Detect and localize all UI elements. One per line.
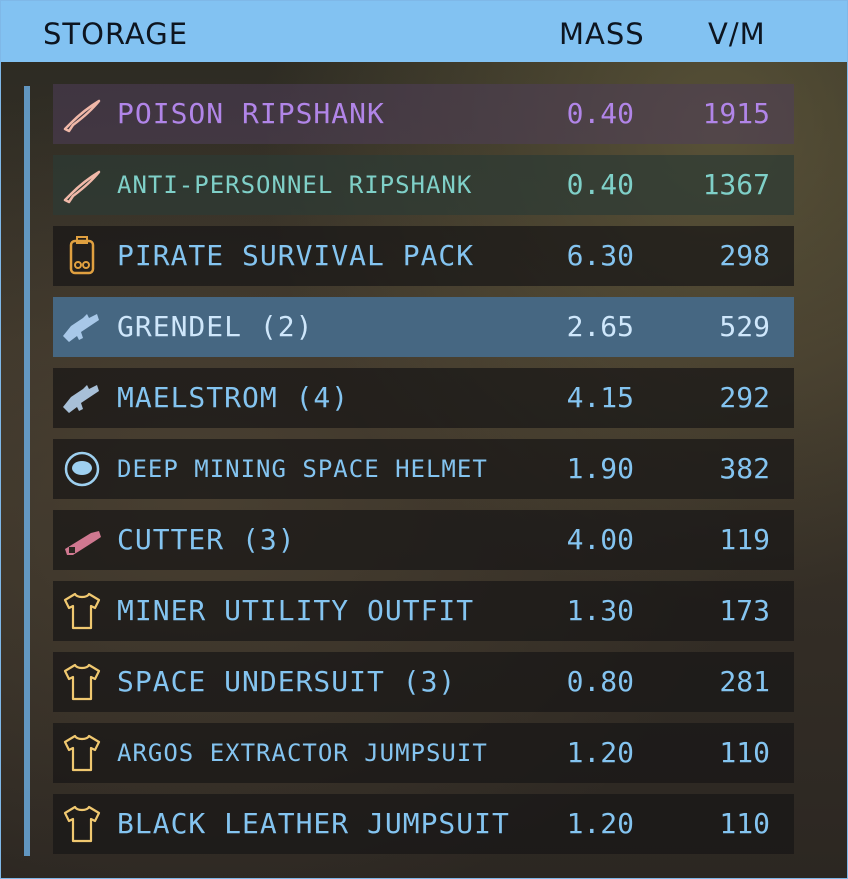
item-row-space-undersuit[interactable]: SPACE UNDERSUIT (3) 0.80 281 — [53, 652, 794, 712]
item-name: CUTTER (3) — [117, 523, 296, 556]
item-row-miner-utility-outfit[interactable]: MINER UTILITY OUTFIT 1.30 173 — [53, 581, 794, 641]
knife-icon — [61, 93, 103, 135]
item-name: SPACE UNDERSUIT (3) — [117, 665, 457, 698]
item-name: DEEP MINING SPACE HELMET — [117, 455, 488, 483]
knife-icon — [61, 164, 103, 206]
item-mass: 1.30 — [566, 594, 634, 627]
column-header: STORAGE MASS V/M — [1, 1, 847, 62]
item-row-pirate-survival-pack[interactable]: PIRATE SURVIVAL PACK 6.30 298 — [53, 226, 794, 286]
helmet-icon — [61, 448, 103, 490]
item-row-poison-ripshank[interactable]: POISON RIPSHANK 0.40 1915 — [53, 84, 794, 144]
item-value-per-mass: 110 — [719, 736, 770, 769]
item-value-per-mass: 119 — [719, 523, 770, 556]
item-name: ANTI-PERSONNEL RIPSHANK — [117, 171, 473, 199]
item-mass: 1.20 — [566, 736, 634, 769]
item-value-per-mass: 529 — [719, 310, 770, 343]
item-mass: 0.40 — [566, 97, 634, 130]
item-value-per-mass: 292 — [719, 381, 770, 414]
item-mass: 4.00 — [566, 523, 634, 556]
item-value-per-mass: 1367 — [702, 168, 770, 201]
item-name: GRENDEL (2) — [117, 310, 314, 343]
item-mass: 1.20 — [566, 807, 634, 840]
item-row-grendel[interactable]: GRENDEL (2) 2.65 529 — [53, 297, 794, 357]
rifle-icon — [61, 377, 103, 419]
item-row-argos-extractor-jumpsuit[interactable]: ARGOS EXTRACTOR JUMPSUIT 1.20 110 — [53, 723, 794, 783]
item-name: POISON RIPSHANK — [117, 97, 385, 130]
mass-column-header[interactable]: MASS — [559, 17, 645, 51]
item-value-per-mass: 298 — [719, 239, 770, 272]
panel-title: STORAGE — [43, 17, 189, 51]
rifle-icon — [61, 306, 103, 348]
item-row-anti-personnel-ripshank[interactable]: ANTI-PERSONNEL RIPSHANK 0.40 1367 — [53, 155, 794, 215]
item-mass: 4.15 — [566, 381, 634, 414]
item-name: PIRATE SURVIVAL PACK — [117, 239, 475, 272]
item-value-per-mass: 382 — [719, 452, 770, 485]
item-mass: 0.80 — [566, 665, 634, 698]
item-mass: 2.65 — [566, 310, 634, 343]
item-name: MINER UTILITY OUTFIT — [117, 594, 475, 627]
shirt-icon — [61, 803, 103, 845]
item-value-per-mass: 281 — [719, 665, 770, 698]
item-name: MAELSTROM (4) — [117, 381, 350, 414]
item-mass: 0.40 — [566, 168, 634, 201]
shirt-icon — [61, 661, 103, 703]
vm-column-header[interactable]: V/M — [708, 17, 766, 51]
item-mass: 1.90 — [566, 452, 634, 485]
shirt-icon — [61, 732, 103, 774]
cutter-icon — [61, 519, 103, 561]
item-value-per-mass: 1915 — [702, 97, 770, 130]
item-row-cutter[interactable]: CUTTER (3) 4.00 119 — [53, 510, 794, 570]
item-mass: 6.30 — [566, 239, 634, 272]
item-row-black-leather-jumpsuit[interactable]: BLACK LEATHER JUMPSUIT 1.20 110 — [53, 794, 794, 854]
item-name: ARGOS EXTRACTOR JUMPSUIT — [117, 739, 488, 767]
shirt-icon — [61, 590, 103, 632]
item-value-per-mass: 173 — [719, 594, 770, 627]
backpack-icon — [61, 235, 103, 277]
scrollbar[interactable] — [24, 86, 30, 856]
item-row-deep-mining-space-helmet[interactable]: DEEP MINING SPACE HELMET 1.90 382 — [53, 439, 794, 499]
item-name: BLACK LEATHER JUMPSUIT — [117, 807, 510, 840]
item-value-per-mass: 110 — [719, 807, 770, 840]
item-row-maelstrom[interactable]: MAELSTROM (4) 4.15 292 — [53, 368, 794, 428]
